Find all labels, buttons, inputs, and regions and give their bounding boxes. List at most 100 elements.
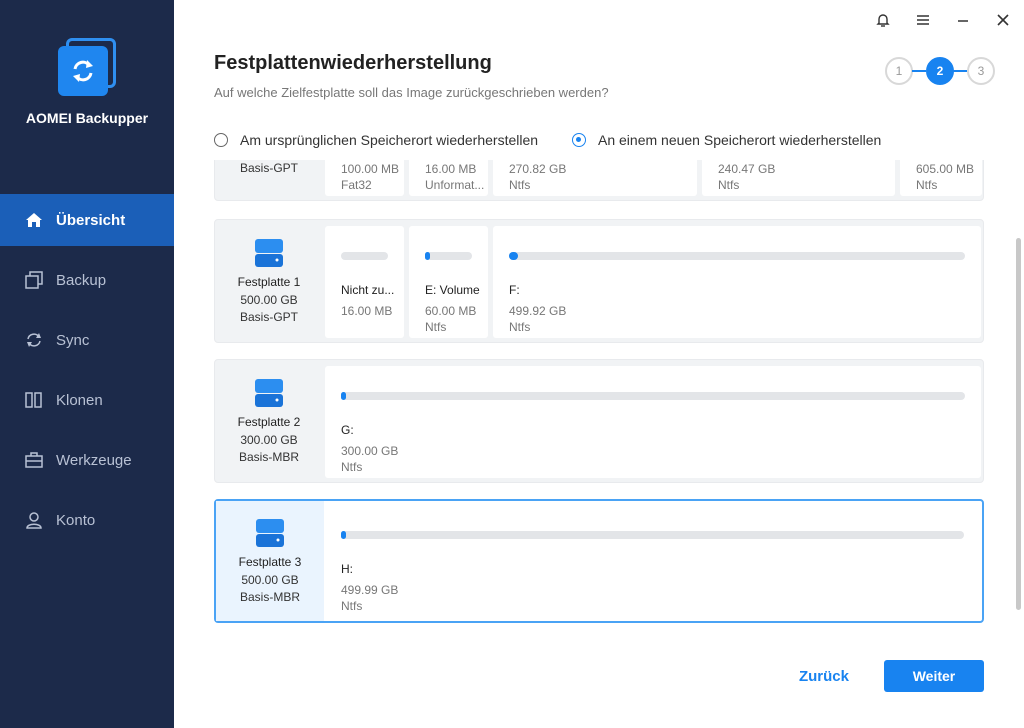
partition-fs: Ntfs: [509, 178, 531, 192]
disk-list: Basis-GPT 100.00 MB Fat32 16.00 MB Unfor…: [214, 160, 986, 640]
partition-size: 270.82 GB: [509, 162, 567, 176]
partition-label: G:: [341, 423, 354, 437]
partition-fs: Ntfs: [341, 460, 363, 474]
minimize-icon[interactable]: [953, 10, 973, 30]
disk-name: Festplatte 3: [238, 554, 302, 569]
scrollbar[interactable]: [1016, 238, 1021, 610]
partition[interactable]: Nicht zu... 16.00 MB: [325, 226, 404, 338]
partition-fs: Ntfs: [916, 178, 938, 192]
partition-size: 605.00 MB: [916, 162, 975, 176]
option-original-location[interactable]: Am ursprünglichen Speicherort wiederhers…: [214, 132, 538, 148]
step-3: 3: [967, 57, 995, 85]
disk-size: 500.00 GB: [240, 292, 298, 307]
user-icon: [24, 510, 44, 530]
usage-fill: [341, 392, 346, 400]
disk-card-3[interactable]: Festplatte 3 500.00 GB Basis-MBR H: 499.…: [214, 499, 984, 623]
partition-fs: Fat32: [341, 178, 372, 192]
radio-new[interactable]: [572, 133, 586, 147]
sidebar-item-sync[interactable]: Sync: [0, 314, 174, 366]
app-logo: [58, 38, 118, 98]
hard-disk-icon: [254, 237, 284, 269]
partition-fs: Ntfs: [341, 599, 363, 613]
sidebar: AOMEI Backupper Übersicht Backup Sync Kl…: [0, 0, 174, 728]
bell-icon[interactable]: [873, 10, 893, 30]
sidebar-item-werkzeuge[interactable]: Werkzeuge: [0, 434, 174, 486]
sidebar-item-konto[interactable]: Konto: [0, 494, 174, 546]
page-title: Festplattenwiederherstellung: [214, 52, 492, 74]
usage-fill: [425, 252, 430, 260]
partition-fs: Ntfs: [509, 320, 531, 334]
disk-type: Basis-GPT: [239, 309, 298, 324]
partition-size: 16.00 MB: [425, 162, 477, 176]
back-button[interactable]: Zurück: [788, 664, 860, 690]
usage-bar: [341, 252, 388, 260]
step-connector: [912, 70, 926, 72]
sidebar-item-label: Sync: [56, 331, 90, 349]
backup-icon: [24, 270, 44, 290]
sidebar-item-klonen[interactable]: Klonen: [0, 374, 174, 426]
disk-info: Festplatte 3 500.00 GB Basis-MBR: [216, 501, 324, 621]
clone-icon: [24, 390, 44, 410]
step-2: 2: [926, 57, 954, 85]
hard-disk-icon: [255, 517, 285, 549]
step-1: 1: [885, 57, 913, 85]
disk-name: Festplatte 2: [237, 414, 301, 429]
disk-size: 300.00 GB: [240, 432, 298, 447]
disk-card-0[interactable]: Basis-GPT 100.00 MB Fat32 16.00 MB Unfor…: [214, 160, 984, 201]
app-name: AOMEI Backupper: [25, 110, 149, 126]
radio-original[interactable]: [214, 133, 228, 147]
partition-label: H:: [341, 562, 353, 576]
disk-type: Basis-MBR: [238, 449, 299, 464]
sidebar-item-label: Klonen: [56, 391, 103, 409]
partition[interactable]: F: 499.92 GB Ntfs: [493, 226, 981, 338]
hard-disk-icon: [254, 377, 284, 409]
partition-size: 499.92 GB: [509, 304, 567, 318]
usage-bar: [509, 252, 965, 260]
partition[interactable]: G: 300.00 GB Ntfs: [325, 366, 981, 478]
usage-fill: [341, 531, 346, 539]
disk-type: Basis-MBR: [239, 589, 300, 604]
partition-label: F:: [509, 283, 520, 297]
sidebar-item-backup[interactable]: Backup: [0, 254, 174, 306]
usage-bar: [341, 392, 965, 400]
usage-fill: [509, 252, 519, 260]
partition-label: E: Volume: [425, 283, 480, 297]
partition[interactable]: 16.00 MB Unformat...: [409, 160, 488, 196]
refresh-logo-icon: [73, 60, 93, 82]
disk-info: Festplatte 2 300.00 GB Basis-MBR: [215, 360, 323, 482]
disk-card-2[interactable]: Festplatte 2 300.00 GB Basis-MBR G: 300.…: [214, 359, 984, 483]
usage-bar: [341, 531, 964, 539]
sidebar-item-label: Backup: [56, 271, 107, 289]
home-icon: [24, 210, 44, 230]
partition-size: 499.99 GB: [341, 583, 399, 597]
step-indicator: 1 2 3: [885, 57, 995, 85]
partition[interactable]: 100.00 MB Fat32: [325, 160, 404, 196]
disk-type: Basis-GPT: [239, 160, 298, 175]
partition[interactable]: 240.47 GB Ntfs: [702, 160, 895, 196]
sidebar-item-uebersicht[interactable]: Übersicht: [0, 194, 174, 246]
next-button[interactable]: Weiter: [884, 660, 984, 692]
option-original-label: Am ursprünglichen Speicherort wiederhers…: [240, 132, 539, 148]
partition-size: 240.47 GB: [718, 162, 776, 176]
partition-fs: Unformat...: [425, 178, 485, 192]
partition[interactable]: E: Volume 60.00 MB Ntfs: [409, 226, 488, 338]
disk-card-1[interactable]: Festplatte 1 500.00 GB Basis-GPT Nicht z…: [214, 219, 984, 343]
partition-size: 16.00 MB: [341, 304, 393, 318]
menu-icon[interactable]: [913, 10, 933, 30]
disk-size: 500.00 GB: [241, 572, 299, 587]
sidebar-item-label: Konto: [56, 511, 96, 529]
sync-icon: [24, 330, 44, 350]
partition-fs: Ntfs: [718, 178, 740, 192]
option-new-location[interactable]: An einem neuen Speicherort wiederherstel…: [572, 132, 881, 148]
tools-icon: [24, 450, 44, 470]
partition-size: 300.00 GB: [341, 444, 399, 458]
step-connector: [953, 70, 967, 72]
partition-size: 100.00 MB: [341, 162, 400, 176]
page-subtitle: Auf welche Zielfestplatte soll das Image…: [214, 85, 609, 100]
partition[interactable]: 605.00 MB Ntfs: [900, 160, 982, 196]
disk-info: Festplatte 1 500.00 GB Basis-GPT: [215, 220, 323, 342]
close-icon[interactable]: [993, 10, 1013, 30]
partition[interactable]: H: 499.99 GB Ntfs: [325, 505, 980, 617]
partition[interactable]: 270.82 GB Ntfs: [493, 160, 697, 196]
disk-name: Festplatte 1: [237, 274, 301, 289]
